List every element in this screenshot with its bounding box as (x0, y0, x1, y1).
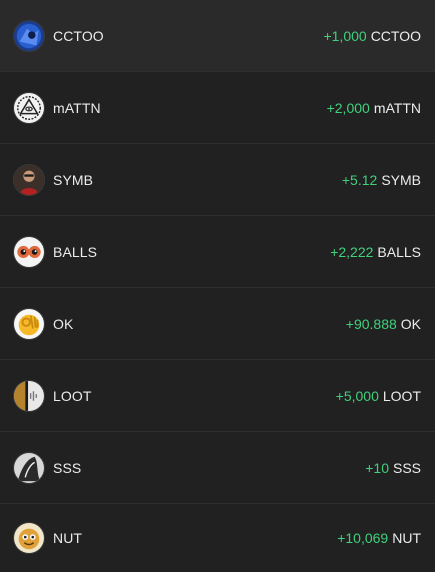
token-row-sss[interactable]: SSS +10 SSS (0, 432, 435, 504)
amount-unit: SSS (392, 459, 421, 476)
token-row-cctoo[interactable]: CCTOO +1,000 CCTOO (0, 0, 435, 72)
token-symbol: BALLS (53, 243, 98, 260)
token-row-nut[interactable]: NUT +10,069 NUT (0, 504, 435, 572)
amount-unit: mATTN (373, 99, 421, 116)
amount-value: +5,000 (335, 387, 379, 404)
amount-value: +5.12 (341, 171, 378, 188)
amount-unit: BALLS (377, 243, 421, 260)
token-symbol: CCTOO (53, 27, 104, 44)
amount-value: +90.888 (345, 315, 397, 332)
amount-value: +10,069 (337, 530, 389, 546)
nut-avatar-icon (13, 522, 45, 554)
token-amount: +10 SSS (365, 460, 421, 476)
token-row-balls[interactable]: BALLS +2,222 BALLS (0, 216, 435, 288)
mattn-eye-pyramid-icon (13, 91, 45, 124)
amount-value: +10 (365, 459, 389, 476)
token-symbol: mATTN (53, 99, 101, 116)
token-amount: +90.888 OK (346, 316, 421, 332)
amount-unit: OK (400, 315, 421, 332)
token-symbol: NUT (53, 530, 83, 546)
token-symbol: SSS (53, 459, 82, 476)
sss-avatar-icon (13, 451, 45, 484)
token-amount: +2,222 BALLS (330, 244, 421, 260)
loot-avatar-icon (13, 379, 45, 412)
token-amount: +5,000 LOOT (336, 388, 421, 404)
amount-value: +2,222 (330, 243, 374, 260)
amount-unit: LOOT (382, 387, 421, 404)
token-row-symb[interactable]: SYMB +5.12 SYMB (0, 144, 435, 216)
token-row-mattn[interactable]: mATTN +2,000 mATTN (0, 72, 435, 144)
token-amount: +2,000 mATTN (327, 100, 421, 116)
token-amount: +10,069 NUT (337, 530, 421, 546)
amount-value: +2,000 (326, 99, 370, 116)
token-symbol: SYMB (53, 171, 94, 188)
token-symbol: LOOT (53, 387, 92, 404)
token-amount: +5.12 SYMB (342, 172, 421, 188)
amount-unit: NUT (392, 530, 421, 546)
amount-unit: SYMB (381, 171, 421, 188)
balls-eyes-icon (13, 235, 45, 268)
token-row-loot[interactable]: LOOT +5,000 LOOT (0, 360, 435, 432)
symb-portrait-icon (13, 163, 45, 196)
token-row-ok[interactable]: OK +90.888 OK (0, 288, 435, 360)
token-amount: +1,000 CCTOO (323, 28, 421, 44)
cctoo-avatar-icon (13, 19, 45, 52)
amount-unit: CCTOO (370, 27, 421, 44)
token-symbol: OK (53, 315, 74, 332)
amount-value: +1,000 (323, 27, 367, 44)
token-list: CCTOO +1,000 CCTOO mATTN +2,000 mATTN SY… (0, 0, 435, 572)
ok-hand-icon (13, 307, 45, 340)
